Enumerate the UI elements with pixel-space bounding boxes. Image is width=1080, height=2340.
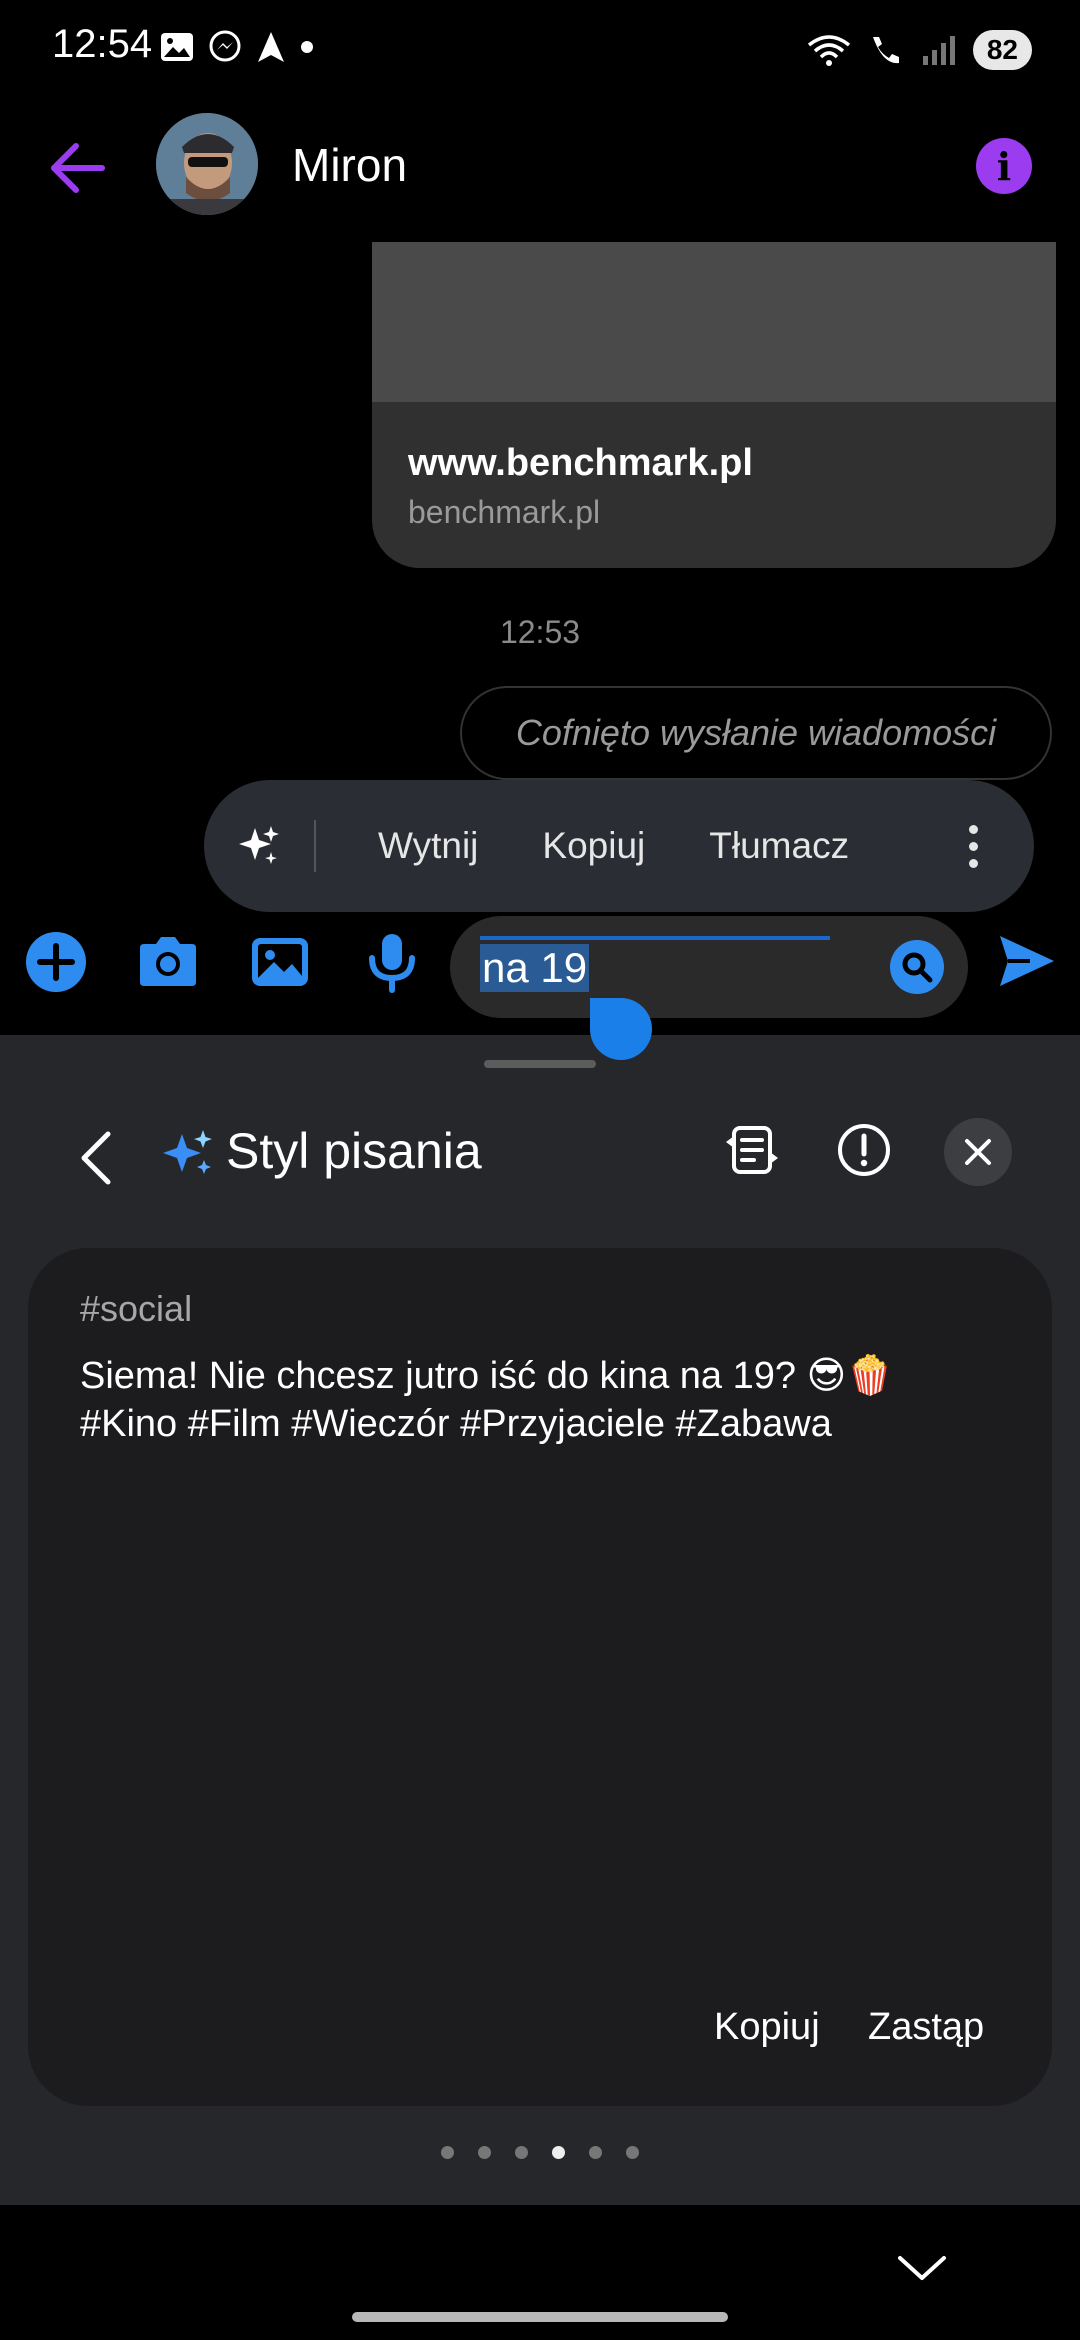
link-preview-image [372, 242, 1056, 402]
page-dot[interactable] [552, 2146, 565, 2159]
page-dot[interactable] [515, 2146, 528, 2159]
convert-text-icon[interactable] [724, 1122, 780, 1178]
close-panel-button[interactable] [944, 1118, 1012, 1186]
menu-item-translate[interactable]: Tłumacz [709, 825, 849, 867]
style-tag: #social [80, 1288, 193, 1329]
magnifier-icon [902, 952, 933, 983]
drag-handle[interactable] [484, 1060, 596, 1068]
report-icon[interactable] [836, 1122, 892, 1178]
replace-button[interactable]: Zastąp [868, 2006, 984, 2049]
back-arrow-icon[interactable] [48, 138, 108, 198]
status-time: 12:54 [52, 22, 153, 66]
more-options-icon[interactable] [969, 824, 978, 868]
wifi-icon [807, 35, 850, 66]
navigation-icon [258, 32, 284, 62]
link-title: www.benchmark.pl [408, 442, 753, 484]
menu-divider [314, 820, 316, 872]
avatar-image [156, 113, 258, 215]
contact-name[interactable]: Miron [292, 138, 407, 192]
message-input[interactable]: na 19 [450, 916, 968, 1018]
page-dot[interactable] [478, 2146, 491, 2159]
sparkle-icon [239, 826, 279, 864]
page-dot[interactable] [626, 2146, 639, 2159]
suggestion-line-1: Siema! Nie chcesz jutro iść do kina na 1… [80, 1355, 894, 1397]
add-icon[interactable] [24, 930, 88, 994]
wifi-call-icon [872, 37, 899, 64]
close-icon [965, 1139, 991, 1165]
microphone-icon[interactable] [360, 930, 424, 994]
status-left-icons [160, 30, 314, 64]
suggestion-text: Siema! Nie chcesz jutro iść do kina na 1… [80, 1352, 980, 1448]
selection-handle[interactable] [590, 998, 652, 1060]
gallery-icon [161, 33, 193, 61]
page-dot[interactable] [441, 2146, 454, 2159]
message-input-text[interactable]: na 19 [480, 944, 590, 992]
panel-back-icon[interactable] [76, 1128, 116, 1188]
camera-icon[interactable] [136, 930, 200, 994]
battery-indicator: 82 [972, 30, 1032, 70]
link-preview-card[interactable]: www.benchmark.pl benchmark.pl [372, 242, 1056, 568]
message-timestamp: 12:53 [499, 614, 581, 650]
messenger-icon [209, 30, 241, 62]
unsent-message[interactable]: Cofnięto wysłanie wiadomości [460, 686, 1052, 780]
page-indicator [0, 2146, 1080, 2159]
suggestion-line-2: #Kino #Film #Wieczór #Przyjaciele #Zabaw… [80, 1403, 832, 1445]
avatar[interactable] [156, 113, 258, 215]
send-icon[interactable] [996, 930, 1058, 992]
gallery-picker-icon[interactable] [248, 930, 312, 994]
search-icon[interactable] [890, 940, 944, 994]
collapse-keyboard-icon[interactable] [894, 2250, 950, 2286]
home-indicator[interactable] [352, 2312, 728, 2322]
menu-item-cut[interactable]: Wytnij [378, 825, 478, 867]
writing-style-sparkle-icon [163, 1130, 212, 1174]
copy-suggestion-button[interactable]: Kopiuj [714, 2006, 820, 2049]
info-icon[interactable]: i [976, 138, 1032, 194]
selection-highlight-line [480, 936, 830, 940]
menu-item-copy[interactable]: Kopiuj [542, 825, 645, 867]
page-dot[interactable] [589, 2146, 602, 2159]
panel-title: Styl pisania [226, 1123, 482, 1179]
status-right-icons: 82 [807, 30, 1032, 70]
suggestion-card[interactable]: #social Siema! Nie chcesz jutro iść do k… [28, 1248, 1052, 2106]
dot-icon [301, 41, 313, 53]
text-selection-menu: Wytnij Kopiuj Tłumacz [204, 780, 1034, 912]
ai-sparkle-button[interactable] [204, 824, 314, 868]
signal-icon [922, 36, 955, 65]
link-domain: benchmark.pl [408, 494, 601, 530]
